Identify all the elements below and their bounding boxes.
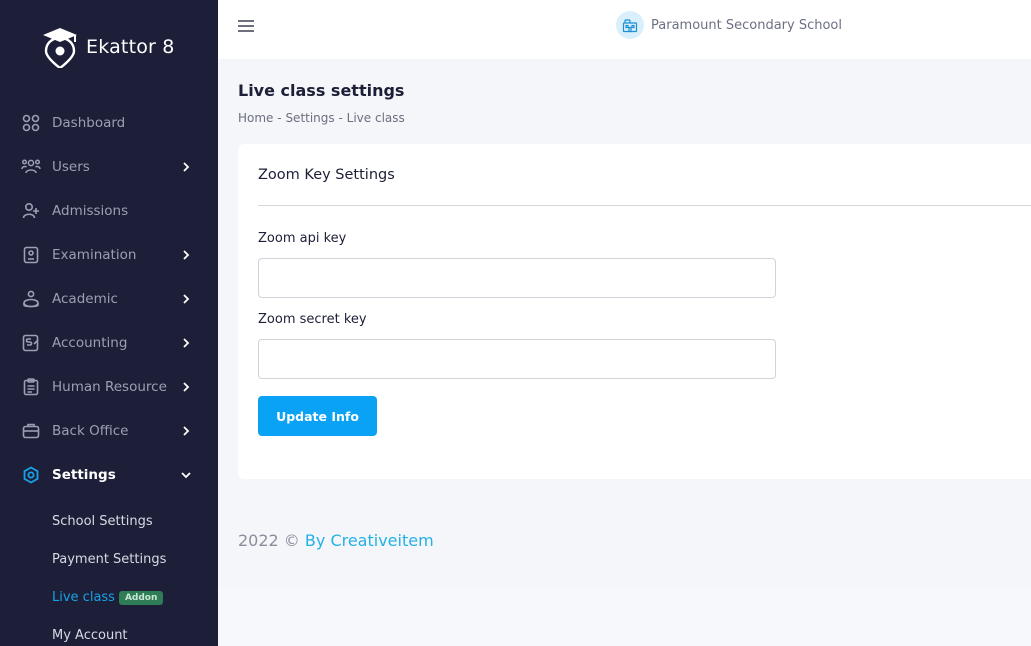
chevron-right-icon — [179, 380, 193, 394]
footer-copyright: 2022 © — [238, 531, 300, 550]
chevron-right-icon — [179, 336, 193, 350]
sidebar-item-label: Admissions — [52, 203, 129, 219]
chevron-right-icon — [179, 160, 193, 174]
sidebar-item-label: Dashboard — [52, 115, 126, 131]
breadcrumb-live-class: Live class — [346, 111, 405, 125]
sidebar-subitem-payment-settings[interactable]: Payment Settings — [52, 552, 166, 567]
briefcase-icon — [21, 421, 41, 441]
dashboard-grid-icon — [21, 113, 41, 133]
chevron-down-icon — [179, 468, 193, 482]
footer: 2022 © By Creativeitem — [238, 531, 434, 550]
zoom-secret-key-input[interactable] — [258, 339, 776, 379]
zoom-secret-key-label: Zoom secret key — [258, 312, 367, 327]
sidebar-item-label: Accounting — [52, 335, 128, 351]
sidebar-item-human-resource[interactable]: Human Resource — [0, 365, 218, 409]
sidebar-item-label: Academic — [52, 291, 118, 307]
chevron-right-icon — [179, 292, 193, 306]
sidebar-item-accounting[interactable]: Accounting — [0, 321, 218, 365]
update-info-button[interactable]: Update Info — [258, 396, 377, 436]
sidebar-item-label: Settings — [52, 467, 116, 483]
sidebar-item-examination[interactable]: Examination — [0, 233, 218, 277]
logo-graduation-pin-icon — [43, 28, 77, 68]
user-plus-icon — [21, 201, 41, 221]
sidebar: Ekattor 8 Dashboard Users Admissions Exa… — [0, 0, 218, 646]
chevron-right-icon — [179, 248, 193, 262]
breadcrumb-settings[interactable]: Settings — [285, 111, 334, 125]
sidebar-item-settings[interactable]: Settings — [0, 453, 218, 497]
bottom-band — [218, 588, 1031, 646]
breadcrumb: Home - Settings - Live class — [238, 111, 405, 125]
app-name: Ekattor 8 — [86, 36, 175, 58]
sidebar-subitem-label: Live class — [52, 590, 115, 605]
top-bar: Paramount Secondary School — [218, 0, 1031, 59]
clipboard-icon — [21, 377, 41, 397]
page-title: Live class settings — [238, 81, 405, 100]
academic-icon — [21, 289, 41, 309]
sidebar-item-dashboard[interactable]: Dashboard — [0, 101, 218, 145]
sidebar-subitem-school-settings[interactable]: School Settings — [52, 514, 153, 529]
chevron-right-icon — [179, 424, 193, 438]
sidebar-item-users[interactable]: Users — [0, 145, 218, 189]
sidebar-subitem-my-account[interactable]: My Account — [52, 628, 128, 643]
sidebar-item-label: Back Office — [52, 423, 129, 439]
breadcrumb-home[interactable]: Home — [238, 111, 273, 125]
school-selector[interactable]: Paramount Secondary School — [616, 11, 842, 39]
sidebar-subitem-live-class[interactable]: Live class Addon — [52, 590, 164, 605]
gear-icon — [21, 465, 41, 485]
sidebar-item-label: Human Resource — [52, 379, 167, 395]
zoom-api-key-input[interactable] — [258, 258, 776, 298]
sidebar-item-label: Users — [52, 159, 90, 175]
sidebar-item-admissions[interactable]: Admissions — [0, 189, 218, 233]
users-icon — [21, 157, 41, 177]
exam-document-icon — [21, 245, 41, 265]
menu-toggle-icon[interactable] — [238, 18, 254, 34]
zoom-settings-card: Zoom Key Settings Zoom api key Zoom secr… — [238, 144, 1031, 479]
footer-creativeitem-link[interactable]: By Creativeitem — [305, 531, 434, 550]
zoom-api-key-label: Zoom api key — [258, 231, 347, 246]
sidebar-item-back-office[interactable]: Back Office — [0, 409, 218, 453]
card-title: Zoom Key Settings — [258, 167, 395, 183]
sidebar-item-label: Examination — [52, 247, 137, 263]
breadcrumb-separator: - — [277, 111, 282, 125]
app-logo[interactable]: Ekattor 8 — [42, 26, 175, 68]
addon-badge: Addon — [118, 591, 164, 605]
school-name: Paramount Secondary School — [651, 17, 842, 33]
breadcrumb-separator: - — [338, 111, 343, 125]
school-building-icon — [616, 11, 644, 39]
card-divider — [258, 205, 1031, 206]
accounting-icon — [21, 333, 41, 353]
sidebar-item-academic[interactable]: Academic — [0, 277, 218, 321]
